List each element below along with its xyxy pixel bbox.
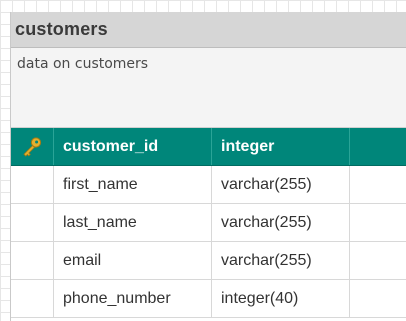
column-name: email [53,242,211,279]
column-row-phone-number[interactable]: phone_number integer(40) [11,280,406,318]
column-name: customer_id [53,128,211,165]
column-key-cell [11,280,53,317]
column-type: varchar(255) [211,204,349,241]
column-extra [349,280,406,317]
column-name: phone_number [53,280,211,317]
column-type: varchar(255) [211,166,349,203]
column-type: varchar(255) [211,242,349,279]
key-icon [11,128,53,165]
column-key-cell [11,166,53,203]
entity-description-text: data on customers [17,56,149,72]
column-extra [349,204,406,241]
column-name: last_name [53,204,211,241]
column-row-customer-id[interactable]: customer_id integer [11,128,406,166]
column-row-first-name[interactable]: first_name varchar(255) [11,166,406,204]
column-extra [349,128,406,165]
column-type: integer [211,128,349,165]
entity-title: customers [15,19,108,39]
column-row-email[interactable]: email varchar(255) [11,242,406,280]
entity-customers[interactable]: customers data on customers customer_id … [10,12,406,321]
entity-header[interactable]: customers [11,12,406,48]
column-name: first_name [53,166,211,203]
column-type: integer(40) [211,280,349,317]
column-extra [349,242,406,279]
column-extra [349,166,406,203]
entity-description: data on customers [11,48,406,128]
column-row-last-name[interactable]: last_name varchar(255) [11,204,406,242]
column-key-cell [11,242,53,279]
column-key-cell [11,204,53,241]
